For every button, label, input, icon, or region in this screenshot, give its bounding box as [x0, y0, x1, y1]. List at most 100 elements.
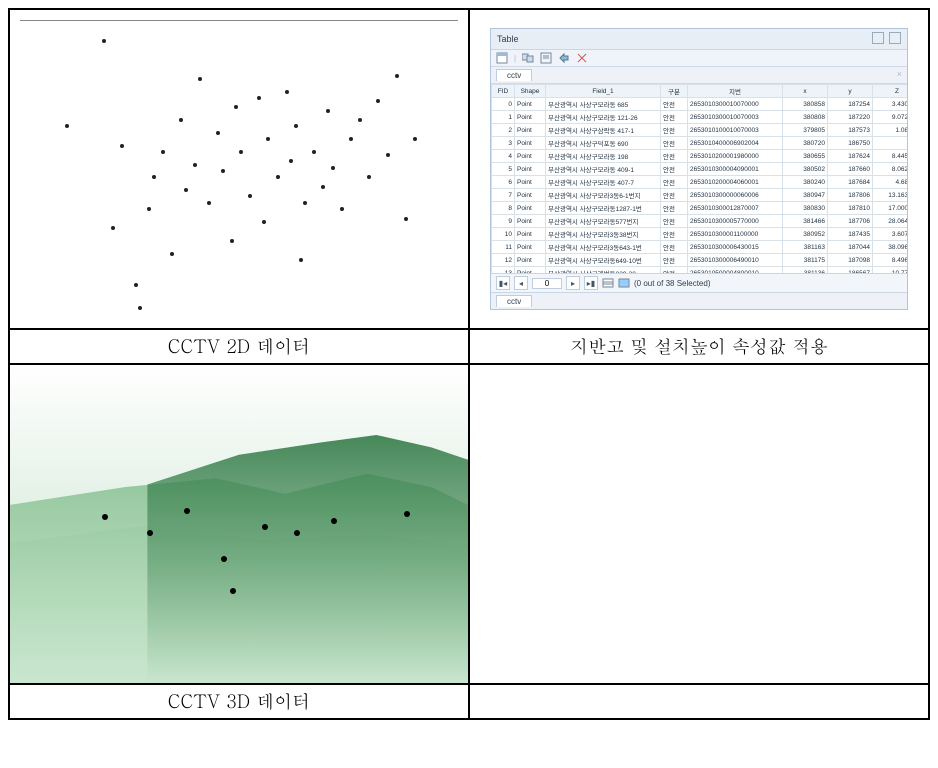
table-cell: 2653010300006430015	[688, 241, 783, 254]
terrain-point	[221, 556, 227, 562]
table-row[interactable]: 3Point부산광역시 사상구덕포동 690안전2653010400006902…	[492, 137, 908, 150]
table-cell: 부산광역시 사상구모라동577번지	[546, 215, 661, 228]
attribute-table-scroll[interactable]: FIDShapeField_1구분지번xyZCCTV_H 0Point부산광역시…	[491, 84, 907, 273]
scatter-point	[147, 207, 151, 211]
terrain-point	[331, 518, 337, 524]
table-cell: 2653010300010070000	[688, 98, 783, 111]
column-header[interactable]: Shape	[515, 85, 546, 98]
table-cell: 380240	[783, 176, 828, 189]
table-row[interactable]: 4Point부산광역시 사상구모라동 198안전2653010200001980…	[492, 150, 908, 163]
table-row[interactable]: 5Point부산광역시 사상구모라동 409-1안전26530103000040…	[492, 163, 908, 176]
table-row[interactable]: 2Point부산광역시 사상구삼락동 417-1안전26530101000100…	[492, 124, 908, 137]
table-cell: 380858	[783, 98, 828, 111]
attribute-table-body: 0Point부산광역시 사상구모라동 685안전2653010300010070…	[492, 98, 908, 274]
scatter-point	[294, 124, 298, 128]
attribute-toolbar: |	[491, 50, 907, 67]
table-cell: 부산광역시 사상구모라동 407-7	[546, 176, 661, 189]
table-row[interactable]: 1Point부산광역시 사상구모라동 121-26안전2653010300010…	[492, 111, 908, 124]
table-cell: 9.072264	[873, 111, 908, 124]
table-cell: 379805	[783, 124, 828, 137]
close-icon[interactable]	[889, 32, 901, 44]
show-selected-records-icon[interactable]	[618, 277, 630, 289]
table-cell: 안전	[661, 228, 688, 241]
table-cell: Point	[515, 189, 546, 202]
layer-tab-bar: cctv ×	[491, 67, 907, 84]
table-cell: 3.430069	[873, 98, 908, 111]
scatter-point	[404, 217, 408, 221]
table-cell: 381163	[783, 241, 828, 254]
table-cell: 17.000315	[873, 202, 908, 215]
scatter-point	[230, 239, 234, 243]
table-options-icon[interactable]	[496, 52, 508, 64]
table-cell: Point	[515, 111, 546, 124]
column-header[interactable]: Z	[873, 85, 908, 98]
cell-empty	[469, 364, 929, 684]
table-cell: 안전	[661, 150, 688, 163]
column-header[interactable]: 구분	[661, 85, 688, 98]
table-cell: 10	[492, 228, 515, 241]
table-cell: 13.163508	[873, 189, 908, 202]
table-cell: 187254	[828, 98, 873, 111]
nav-next-button[interactable]: ▸	[566, 276, 580, 290]
minimize-icon[interactable]	[872, 32, 884, 44]
scatter-point	[111, 226, 115, 230]
nav-prev-button[interactable]: ◂	[514, 276, 528, 290]
scatter-point	[331, 166, 335, 170]
clear-selection-icon[interactable]	[576, 52, 588, 64]
table-cell: 381466	[783, 215, 828, 228]
scatter-point	[102, 39, 106, 43]
scatter-point	[386, 153, 390, 157]
table-cell: 380947	[783, 189, 828, 202]
table-cell: Point	[515, 215, 546, 228]
table-cell: 안전	[661, 189, 688, 202]
table-cell: 안전	[661, 124, 688, 137]
table-cell: 380655	[783, 150, 828, 163]
tab-close-icon[interactable]: ×	[897, 69, 902, 79]
table-row[interactable]: 9Point부산광역시 사상구모라동577번지안전265301030000577…	[492, 215, 908, 228]
column-header[interactable]: FID	[492, 85, 515, 98]
table-cell: 부산광역시 사상구모라동 198	[546, 150, 661, 163]
layer-tab[interactable]: cctv	[496, 69, 532, 81]
table-cell: 안전	[661, 111, 688, 124]
scatter-point	[239, 150, 243, 154]
bottom-tab-strip: cctv	[491, 292, 907, 309]
table-row[interactable]: 11Point부산광역시 사상구모라3동643-1번안전265301030000…	[492, 241, 908, 254]
scatter-point	[413, 137, 417, 141]
table-row[interactable]: 0Point부산광역시 사상구모라동 685안전2653010300010070…	[492, 98, 908, 111]
column-header[interactable]: Field_1	[546, 85, 661, 98]
scatter-point	[303, 201, 307, 205]
bottom-tab[interactable]: cctv	[496, 295, 532, 307]
column-header[interactable]: y	[828, 85, 873, 98]
nav-first-button[interactable]: ▮◂	[496, 276, 510, 290]
column-header[interactable]: 지번	[688, 85, 783, 98]
column-header[interactable]: x	[783, 85, 828, 98]
scatter-point	[234, 105, 238, 109]
table-cell: 부산광역시 사상구삼락동 417-1	[546, 124, 661, 137]
table-cell: 11	[492, 241, 515, 254]
switch-selection-icon[interactable]	[558, 52, 570, 64]
selection-status-text: (0 out of 38 Selected)	[634, 279, 711, 288]
table-cell: 381175	[783, 254, 828, 267]
scatter-point	[138, 306, 142, 310]
table-cell: 2653010200001980000	[688, 150, 783, 163]
table-row[interactable]: 7Point부산광역시 사상구모라3동6-1번지안전26530103000000…	[492, 189, 908, 202]
cell-cctv-3d-image	[9, 364, 469, 684]
scatter-point	[184, 188, 188, 192]
table-row[interactable]: 8Point부산광역시 사상구모라동1287-1번안전2653010300012…	[492, 202, 908, 215]
table-row[interactable]: 10Point부산광역시 사상구모라3동38번지안전26530103000011…	[492, 228, 908, 241]
scatter-point	[312, 150, 316, 154]
scatter-point	[321, 185, 325, 189]
table-cell: Point	[515, 98, 546, 111]
show-all-records-icon[interactable]	[602, 277, 614, 289]
related-tables-icon[interactable]	[522, 52, 534, 64]
table-cell: Point	[515, 137, 546, 150]
nav-last-button[interactable]: ▸▮	[584, 276, 598, 290]
table-row[interactable]: 12Point부산광역시 사상구모라동649-10번안전265301030000…	[492, 254, 908, 267]
table-cell: 2653010300001100000	[688, 228, 783, 241]
nav-current-input[interactable]	[532, 278, 562, 289]
select-by-attributes-icon[interactable]	[540, 52, 552, 64]
table-cell: 2653010200004060001	[688, 176, 783, 189]
table-row[interactable]: 6Point부산광역시 사상구모라동 407-7안전26530102000040…	[492, 176, 908, 189]
cell-cctv-2d-image	[9, 9, 469, 329]
table-cell	[873, 137, 908, 150]
